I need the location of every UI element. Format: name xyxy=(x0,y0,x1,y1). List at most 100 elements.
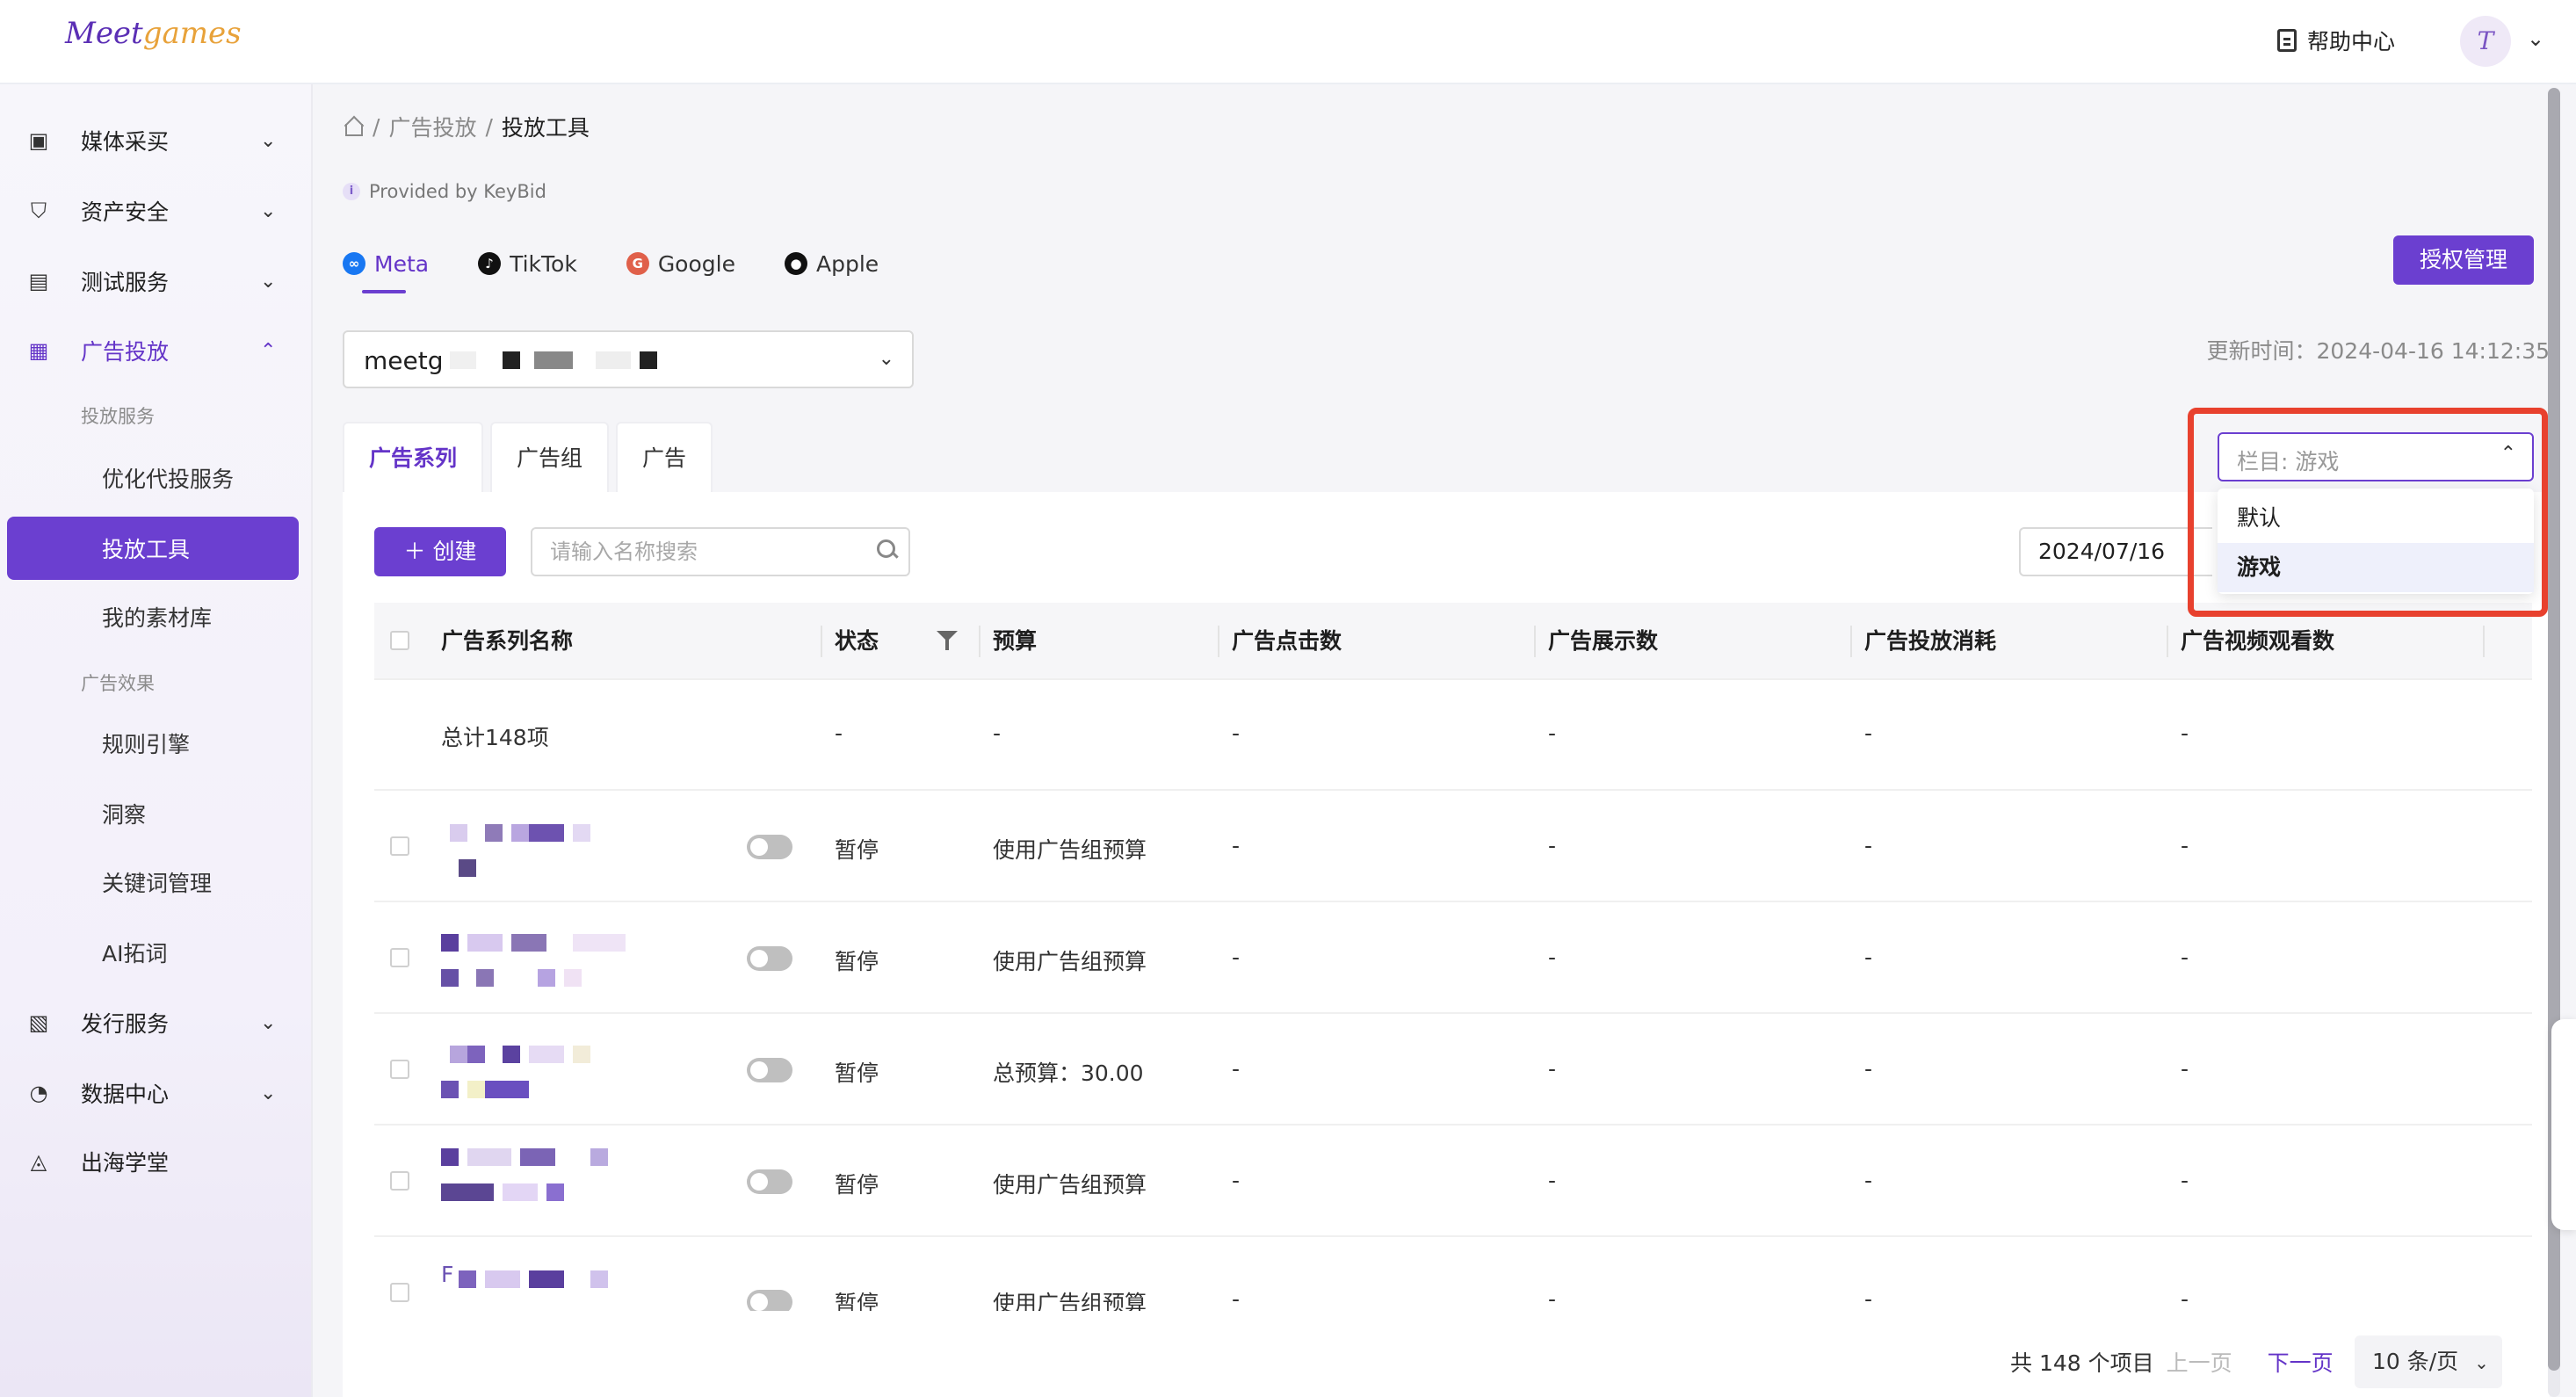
row-checkbox[interactable] xyxy=(390,1283,409,1302)
chevron-up-icon: ⌃ xyxy=(260,339,277,362)
table-row[interactable]: 暂停 总预算：30.00 - - - - xyxy=(374,1014,2532,1126)
chevron-down-icon: ⌄ xyxy=(260,199,277,222)
nav-group-label: 广告效果 xyxy=(81,673,155,694)
redacted-block xyxy=(467,934,503,952)
redacted-block xyxy=(503,1046,520,1063)
tab-campaigns[interactable]: 广告系列 xyxy=(343,422,484,492)
sidebar-item-academy[interactable]: ◬ 出海学堂 xyxy=(0,1135,313,1188)
sidebar-item-data-center[interactable]: ◔ 数据中心 ⌄ xyxy=(0,1067,313,1119)
status-toggle[interactable] xyxy=(747,835,792,859)
search-box xyxy=(531,527,910,576)
redacted-block xyxy=(467,1081,485,1098)
sidebar-subitem-label: 投放工具 xyxy=(102,537,191,562)
sidebar-subitem-label: 关键词管理 xyxy=(102,871,213,896)
breadcrumb-current: 投放工具 xyxy=(501,115,590,141)
sidebar-item-label: 发行服务 xyxy=(81,1011,170,1037)
plus-icon: ＋ xyxy=(403,539,433,564)
status-toggle[interactable] xyxy=(747,1058,792,1082)
folder-icon: ▤ xyxy=(28,269,49,293)
cell-views: - xyxy=(2181,1168,2189,1193)
cell-views: - xyxy=(2181,945,2189,970)
table-row[interactable]: F 暂停 使用广告组预算 - - - - xyxy=(374,1237,2532,1311)
sidebar-subitem-delivery-tool[interactable]: 投放工具 xyxy=(7,517,299,580)
redacted-block xyxy=(511,934,546,952)
sidebar-subitem-insights[interactable]: 洞察 xyxy=(7,782,299,845)
status-toggle[interactable] xyxy=(747,946,792,971)
cell-budget: 使用广告组预算 xyxy=(993,1172,1147,1198)
info-icon: i xyxy=(343,183,360,200)
sidebar-subitem-asset-library[interactable]: 我的素材库 xyxy=(7,585,299,648)
tab-ad-groups[interactable]: 广告组 xyxy=(490,422,610,492)
sidebar-subitem-label: AI拓词 xyxy=(102,941,168,966)
sidebar-subitem-rule-engine[interactable]: 规则引擎 xyxy=(7,712,299,775)
platform-tab-meta[interactable]: ∞ Meta xyxy=(343,246,429,293)
tab-ads[interactable]: 广告 xyxy=(616,422,713,492)
cell-status: 暂停 xyxy=(835,1060,879,1086)
breadcrumb-parent[interactable]: 广告投放 xyxy=(388,111,476,142)
platform-tab-google[interactable]: G Google xyxy=(626,246,735,281)
redacted-block xyxy=(590,1148,608,1166)
select-all-checkbox[interactable] xyxy=(390,631,409,650)
row-checkbox[interactable] xyxy=(390,948,409,967)
account-select[interactable]: meetg ⌄ xyxy=(343,330,914,388)
platform-tab-apple[interactable]: ● Apple xyxy=(784,246,879,281)
filter-icon[interactable] xyxy=(937,629,958,654)
top-bar: Meetgames 帮助中心 T ⌄ xyxy=(0,0,2576,84)
redacted-block xyxy=(467,1148,511,1166)
row-checkbox[interactable] xyxy=(390,836,409,856)
sidebar-subitem-keywords[interactable]: 关键词管理 xyxy=(7,851,299,914)
sidebar-subitem-optimization[interactable]: 优化代投服务 xyxy=(7,446,299,510)
floating-side-widget[interactable] xyxy=(2551,1019,2576,1230)
home-icon[interactable] xyxy=(343,117,364,136)
row-checkbox[interactable] xyxy=(390,1171,409,1191)
redacted-block xyxy=(573,824,590,842)
table-row[interactable]: 暂停 使用广告组预算 - - - - xyxy=(374,791,2532,902)
sidebar: ▣ 媒体采买 ⌄ ⛉ 资产安全 ⌄ ▤ 测试服务 ⌄ ▦ 广告投放 ⌃ 投放服务… xyxy=(0,84,313,1397)
redacted-block xyxy=(520,1148,555,1166)
meetgames-logo[interactable]: Meetgames xyxy=(65,16,242,51)
redacted-block xyxy=(590,1270,608,1288)
avatar[interactable]: T xyxy=(2460,16,2511,67)
publish-icon: ▧ xyxy=(28,1010,49,1035)
update-time: 更新时间：2024-04-16 14:12:35 xyxy=(2206,338,2550,364)
campaign-panel: ＋ 创建 2024/07/16 广告系列名称 状态 预算 广告点击数 广告展示数… xyxy=(343,492,2550,1397)
tiktok-icon: ♪ xyxy=(478,252,502,275)
chevron-down-icon[interactable]: ⌄ xyxy=(2527,26,2544,51)
cell-status: 暂停 xyxy=(835,837,879,863)
status-toggle[interactable] xyxy=(747,1169,792,1194)
table-row[interactable]: 暂停 使用广告组预算 - - - - xyxy=(374,1126,2532,1237)
sidebar-item-asset-security[interactable]: ⛉ 资产安全 ⌄ xyxy=(0,185,313,237)
sidebar-item-publishing[interactable]: ▧ 发行服务 ⌄ xyxy=(0,996,313,1049)
date-picker[interactable]: 2024/07/16 xyxy=(2019,527,2212,576)
cell-budget: 总预算：30.00 xyxy=(993,1060,1144,1086)
column-divider xyxy=(1850,626,1852,657)
next-page-button[interactable]: 下一页 xyxy=(2268,1346,2334,1378)
status-toggle[interactable] xyxy=(747,1290,792,1311)
cell-budget: 使用广告组预算 xyxy=(993,837,1147,863)
sidebar-item-media-buying[interactable]: ▣ 媒体采买 ⌄ xyxy=(0,114,313,167)
sidebar-item-ad-delivery[interactable]: ▦ 广告投放 ⌃ xyxy=(0,324,313,377)
chevron-down-icon: ⌄ xyxy=(260,1082,277,1104)
cell-clicks: - xyxy=(1232,833,1241,858)
table-row[interactable]: 暂停 使用广告组预算 - - - - xyxy=(374,902,2532,1014)
search-icon[interactable] xyxy=(877,539,898,561)
row-checkbox[interactable] xyxy=(390,1060,409,1079)
sidebar-item-label: 出海学堂 xyxy=(81,1150,170,1176)
sidebar-subitem-ai-keywords[interactable]: AI拓词 xyxy=(7,921,299,984)
search-input[interactable] xyxy=(534,531,859,573)
cell-impressions: - xyxy=(1548,945,1557,970)
redacted-block xyxy=(459,1270,476,1288)
column-divider xyxy=(2167,626,2168,657)
platform-tab-tiktok[interactable]: ♪ TikTok xyxy=(478,246,577,281)
page-size-select[interactable]: 10 条/页 ⌄ xyxy=(2355,1335,2502,1388)
document-icon xyxy=(2277,29,2297,52)
sidebar-subitem-label: 规则引擎 xyxy=(102,732,191,757)
redacted-block xyxy=(529,1046,564,1063)
prev-page-button[interactable]: 上一页 xyxy=(2167,1346,2232,1378)
cell-spend: - xyxy=(1864,945,1873,970)
help-center-link[interactable]: 帮助中心 xyxy=(2277,25,2395,56)
create-button[interactable]: ＋ 创建 xyxy=(374,527,506,576)
redacted-block xyxy=(640,351,657,369)
sidebar-item-test-service[interactable]: ▤ 测试服务 ⌄ xyxy=(0,255,313,308)
authorization-management-button[interactable]: 授权管理 xyxy=(2393,235,2534,285)
